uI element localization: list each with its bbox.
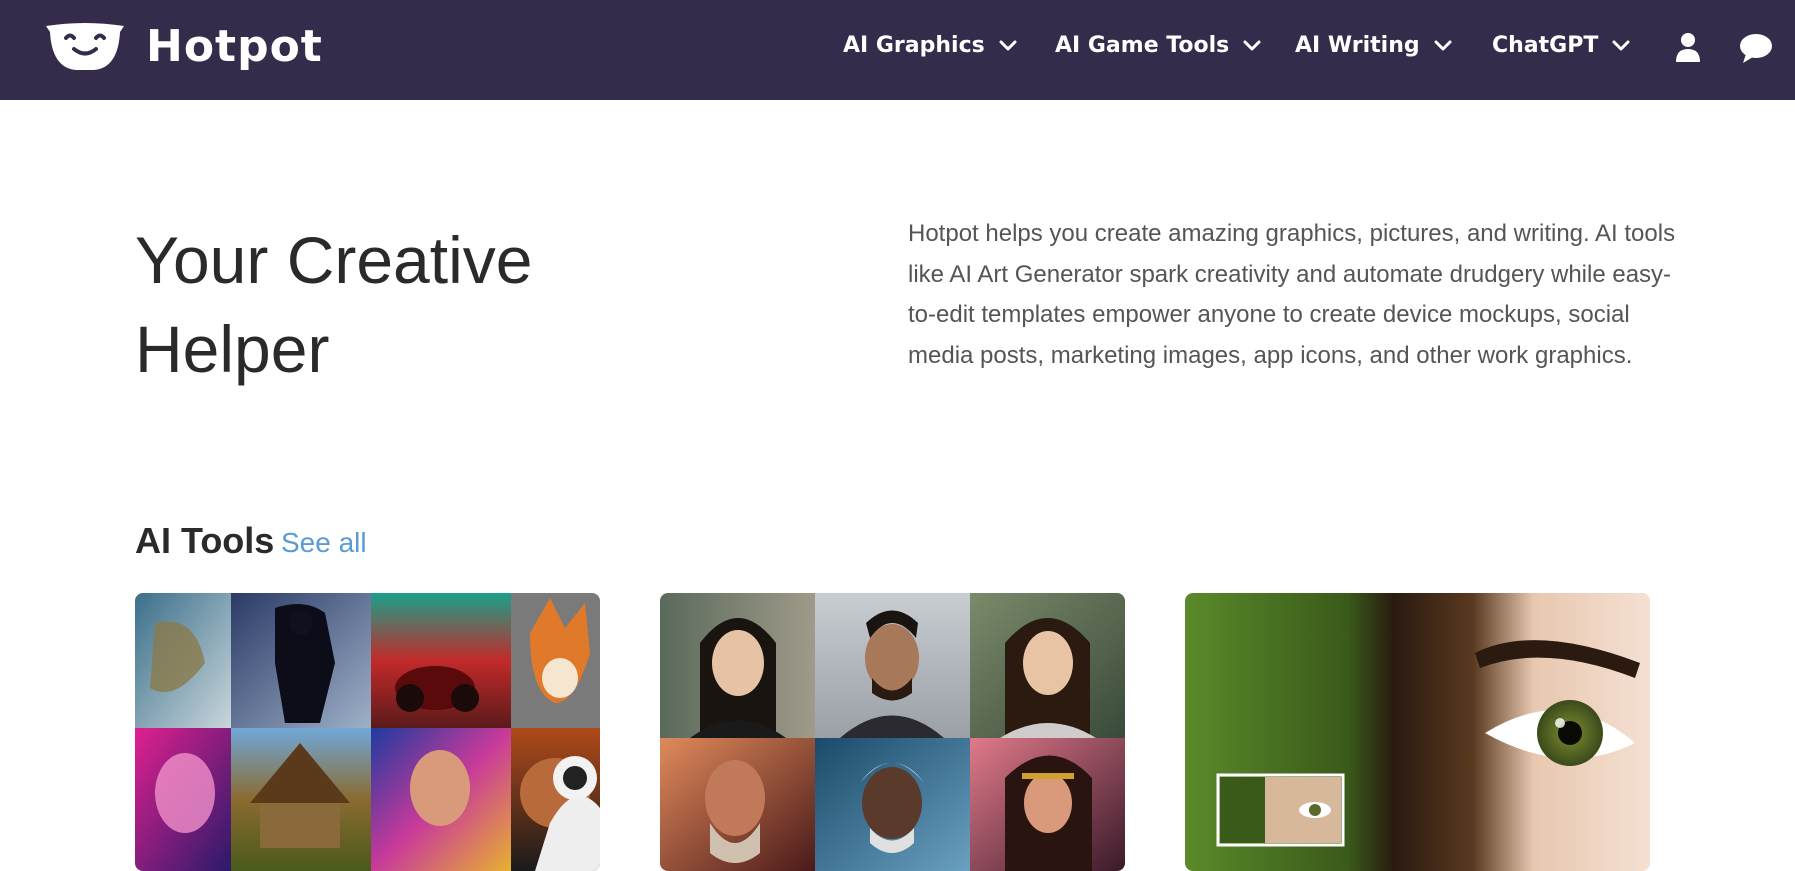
ai-tools-heading: AI Tools (135, 520, 275, 561)
hero-description: Hotpot helps you create amazing graphics… (908, 220, 1676, 369)
nav-item-chatgpt[interactable]: ChatGPT (1492, 33, 1630, 58)
top-navigation-bar: Hotpot AI Graphics AI Game Tools AI Writ… (0, 0, 1795, 100)
hotpot-logo-icon (46, 23, 124, 70)
nav-item-label: AI Writing (1295, 33, 1420, 58)
portrait-collage-image (660, 593, 1125, 871)
user-icon[interactable] (1670, 30, 1706, 66)
nav-item-label: AI Game Tools (1055, 33, 1230, 58)
nav-item-ai-game-tools[interactable]: AI Game Tools (1055, 33, 1261, 58)
nav-item-ai-writing[interactable]: AI Writing (1295, 33, 1452, 58)
nav-item-label: AI Graphics (843, 33, 985, 58)
art-collage-image (135, 593, 600, 871)
nav-item-label: ChatGPT (1492, 33, 1599, 58)
tool-card-photo-upscaler[interactable] (1185, 593, 1650, 871)
chevron-down-icon (999, 40, 1017, 50)
brand-name: Hotpot (146, 21, 323, 72)
chevron-down-icon (1612, 40, 1630, 50)
see-all-link[interactable]: See all (281, 527, 367, 559)
nav-item-ai-graphics[interactable]: AI Graphics (843, 33, 1017, 58)
chat-bubble-icon[interactable] (1738, 30, 1774, 66)
brand-home-link[interactable]: Hotpot (44, 22, 323, 72)
tool-card-portrait-generator[interactable] (660, 593, 1125, 871)
chevron-down-icon (1243, 40, 1261, 50)
chevron-down-icon (1434, 40, 1452, 50)
hero-title: Your Creative Helper (135, 223, 533, 386)
eye-photo-image (1185, 593, 1650, 871)
tool-card-art-generator[interactable] (135, 593, 600, 871)
